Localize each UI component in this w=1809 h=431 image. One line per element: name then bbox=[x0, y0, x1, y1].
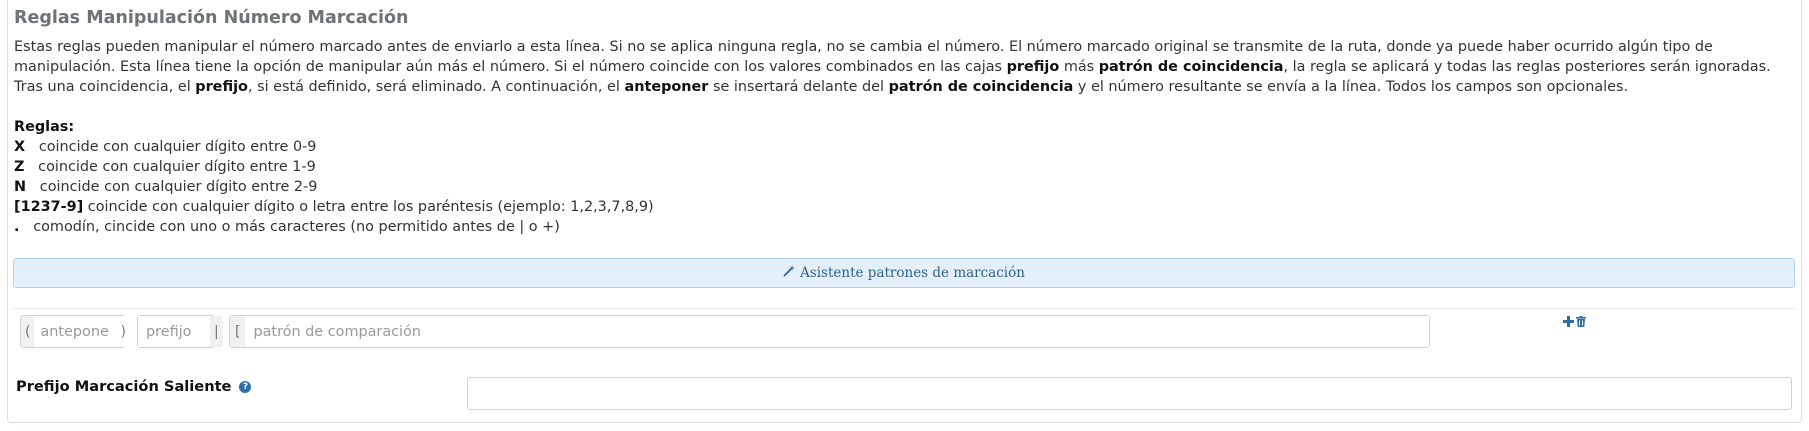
desc-bold: patrón de coincidencia bbox=[1098, 59, 1284, 75]
dial-pattern-wizard-button[interactable]: Asistente patrones de marcación bbox=[13, 258, 1795, 288]
description: Estas reglas pueden manipular el número … bbox=[14, 37, 1789, 237]
rule-item: X coincide con cualquier dígito entre 0-… bbox=[14, 137, 1789, 157]
match-pattern-input[interactable] bbox=[245, 316, 1429, 347]
description-paragraph-2: Tras una coincidencia, el prefijo, si es… bbox=[14, 77, 1789, 97]
desc-text: , si está definido, será eliminado. A co… bbox=[247, 79, 625, 95]
prefix-input[interactable] bbox=[138, 316, 210, 347]
question-circle-icon[interactable]: ? bbox=[239, 380, 252, 393]
rules-heading: Reglas: bbox=[14, 119, 75, 135]
prepend-open-addon: ( bbox=[21, 316, 35, 347]
desc-bold: anteponer bbox=[624, 79, 709, 95]
desc-bold: patrón de coincidencia bbox=[888, 79, 1074, 95]
rule-item: . comodín, cincide con uno o más caracte… bbox=[14, 217, 1789, 237]
rule-key: [1237-9] bbox=[14, 199, 84, 215]
description-paragraph-1: Estas reglas pueden manipular el número … bbox=[14, 37, 1789, 77]
prefix-group: | bbox=[137, 315, 223, 348]
divider bbox=[13, 308, 1795, 309]
prepend-group: ( ) bbox=[20, 315, 130, 348]
rule-text: coincide con cualquier dígito o letra en… bbox=[87, 199, 654, 215]
match-pattern-group: [ bbox=[229, 315, 1430, 348]
desc-text: , la regla se aplicará y todas las regla… bbox=[1283, 59, 1771, 75]
rule-text: comodín, cincide con uno o más caractere… bbox=[33, 219, 560, 235]
prepend-input[interactable] bbox=[34, 316, 117, 347]
rule-key: X bbox=[14, 139, 26, 155]
outbound-prefix-input[interactable] bbox=[467, 377, 1792, 410]
rule-item: Z coincide con cualquier dígito entre 1-… bbox=[14, 157, 1789, 177]
desc-bold: prefijo bbox=[1006, 59, 1060, 75]
rule-text: coincide con cualquier dígito entre 0-9 bbox=[38, 139, 317, 155]
wizard-label: Asistente patrones de marcación bbox=[800, 265, 1025, 281]
desc-text: más bbox=[1059, 59, 1099, 75]
rule-text: coincide con cualquier dígito entre 1-9 bbox=[38, 159, 316, 175]
outbound-label-text: Prefijo Marcación Saliente bbox=[16, 378, 232, 395]
rules-list: Reglas: X coincide con cualquier dígito … bbox=[14, 117, 1789, 237]
desc-text: y el número resultante se envía a la lín… bbox=[1073, 79, 1629, 95]
outbound-prefix-label: Prefijo Marcación Saliente ? bbox=[16, 378, 252, 395]
prepend-close-addon: ) bbox=[116, 316, 130, 347]
rule-key: N bbox=[14, 179, 27, 195]
rule-key: . bbox=[14, 219, 20, 235]
match-open-addon: [ bbox=[230, 316, 246, 347]
rule-key: Z bbox=[14, 159, 25, 175]
trash-icon[interactable] bbox=[1576, 313, 1586, 331]
prefix-separator-addon: | bbox=[210, 316, 223, 347]
section-title: Reglas Manipulación Número Marcación bbox=[14, 8, 409, 28]
magic-wand-icon bbox=[783, 265, 796, 281]
row-actions bbox=[1563, 313, 1586, 331]
rule-item: [1237-9] coincide con cualquier dígito o… bbox=[14, 197, 1789, 217]
rule-text: coincide con cualquier dígito entre 2-9 bbox=[39, 179, 318, 195]
desc-text: se insertará delante del bbox=[708, 79, 889, 95]
desc-bold: prefijo bbox=[195, 79, 248, 95]
rule-item: N coincide con cualquier dígito entre 2-… bbox=[14, 177, 1789, 197]
plus-icon[interactable] bbox=[1563, 313, 1574, 331]
desc-text: Tras una coincidencia, el bbox=[14, 79, 196, 95]
